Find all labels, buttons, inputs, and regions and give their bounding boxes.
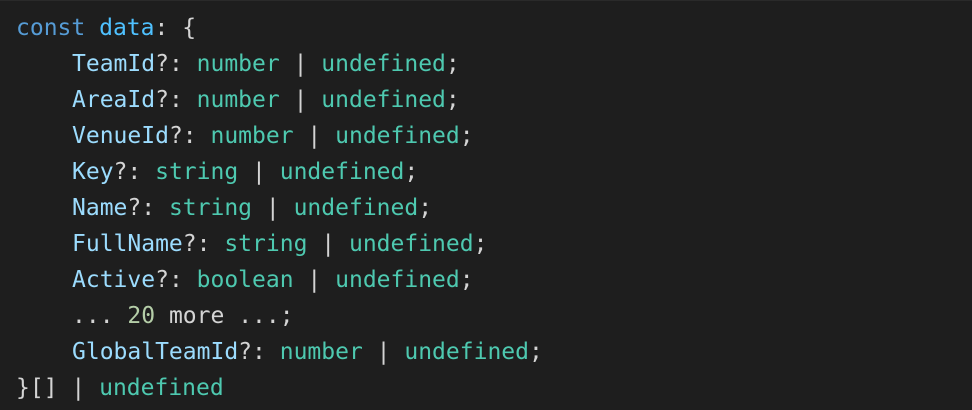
field-type: string [224,231,308,257]
field-type: number [196,87,280,113]
field-undefined: undefined [404,339,529,365]
field-type: boolean [196,267,294,293]
field-undefined: undefined [321,87,446,113]
declaration-line: const data: { [16,10,972,46]
field-undefined: undefined [321,51,446,77]
field-name: Key [72,159,114,185]
open-brace: : { [154,15,197,41]
field-undefined: undefined [348,231,474,257]
field-type: string [155,159,239,185]
field-line-venueid: VenueId?: number | undefined; [72,123,474,149]
field-type: number [210,123,294,149]
field-line-active: Active?: boolean | undefined; [72,267,474,293]
field-type: number [196,51,280,77]
field-line-areaid: AreaId?: number | undefined; [72,87,460,113]
type-hover-tooltip: const data: { TeamId?: number | undefine… [0,0,972,410]
field-name: AreaId [72,87,156,113]
variable-name: data [99,15,155,41]
field-undefined: undefined [279,159,405,185]
field-line-name: Name?: string | undefined; [72,195,433,221]
field-line-teamid: TeamId?: number | undefined; [72,51,460,77]
field-type: number [279,339,363,365]
field-undefined: undefined [335,267,460,293]
more-count: 20 [127,303,156,329]
field-type: string [168,195,253,221]
field-line-globalteamid: GlobalTeamId?: number | undefined; [72,339,543,365]
field-name: TeamId [72,51,156,77]
more-text: more [155,303,239,329]
field-line-key: Key?: string | undefined; [72,159,419,185]
field-name: Active [72,267,156,293]
field-name: VenueId [72,123,169,149]
field-name: Name [72,195,128,221]
field-name: GlobalTeamId [72,339,239,365]
footer-undefined: undefined [99,375,224,401]
close-brace-array: }[] | [16,375,100,401]
field-undefined: undefined [335,123,460,149]
field-line-fullname: FullName?: string | undefined; [72,231,488,257]
closing-line: }[] | undefined [16,370,972,406]
field-name: FullName [72,231,183,257]
const-keyword: const [16,15,86,41]
field-undefined: undefined [293,195,419,221]
more-fields-line: ... 20 more ...; [72,303,294,329]
